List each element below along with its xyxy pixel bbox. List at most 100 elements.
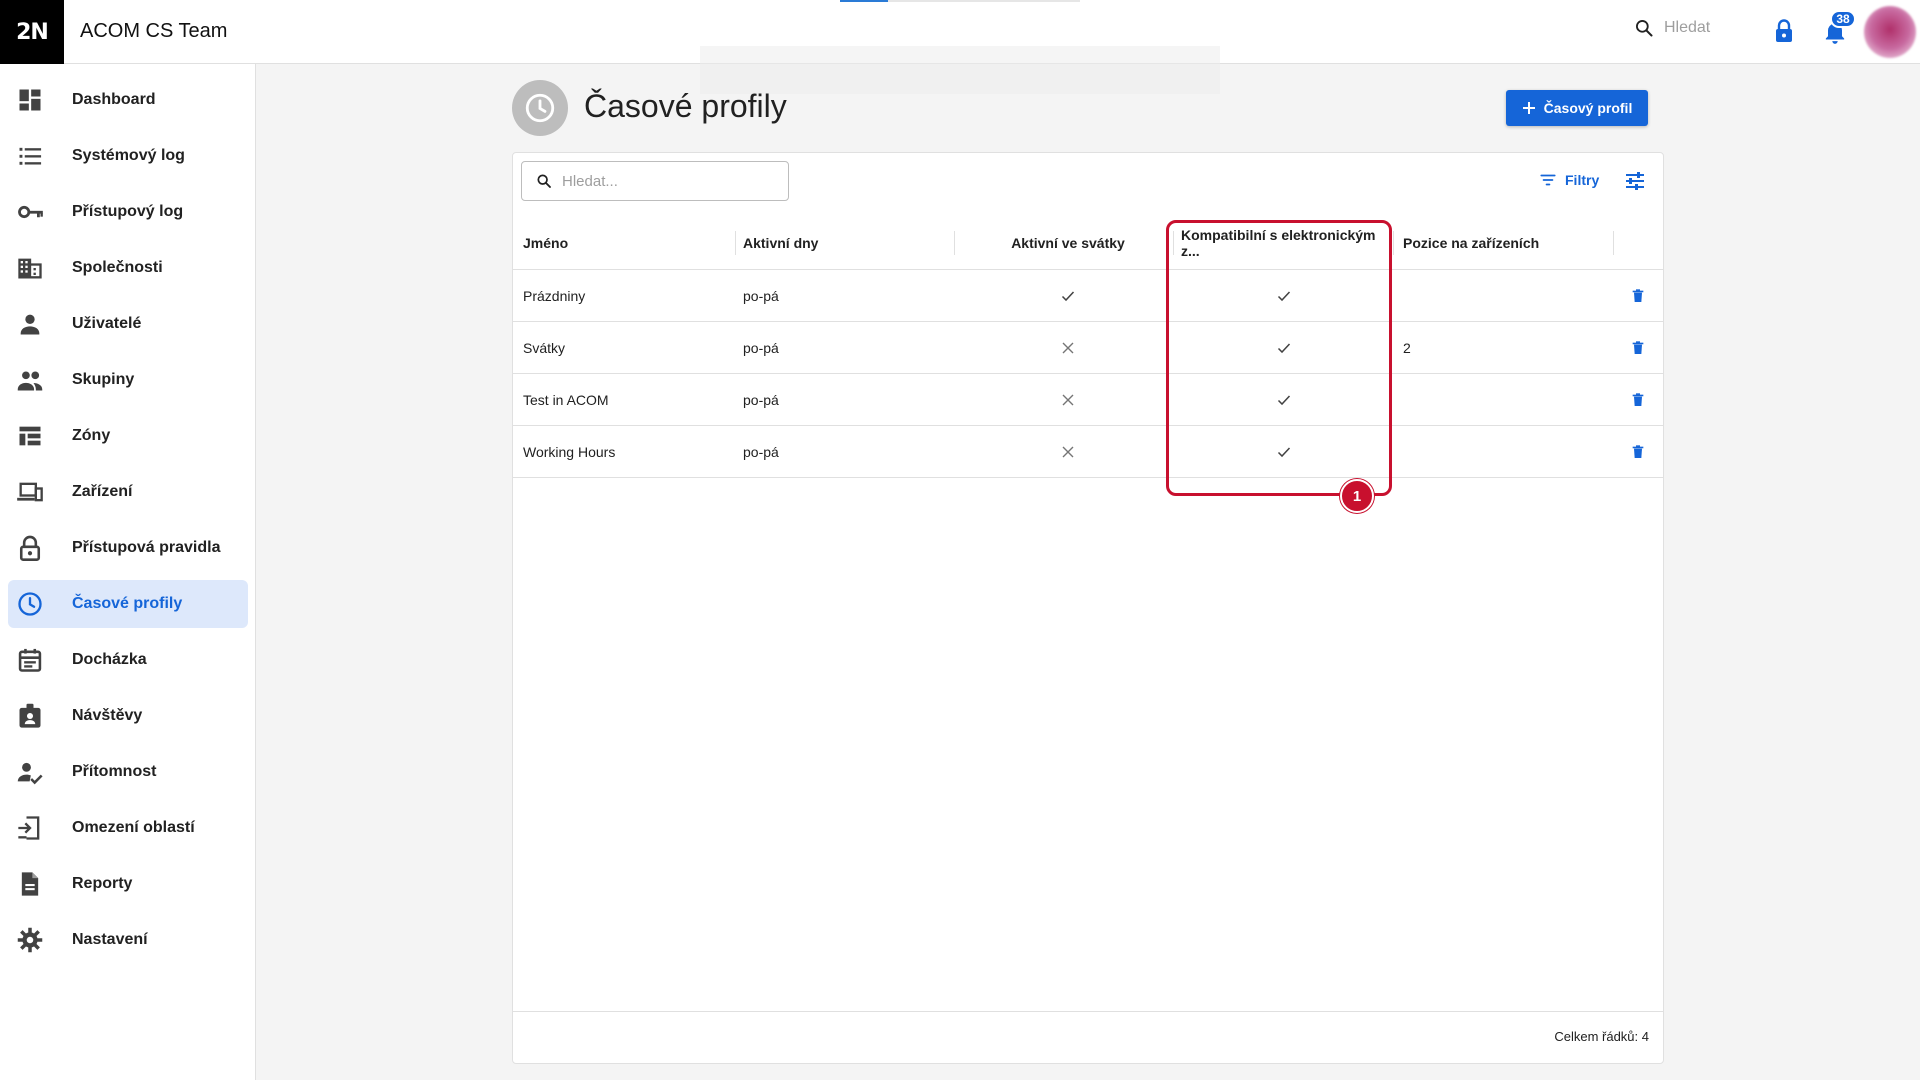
toast-backdrop	[700, 46, 1220, 94]
cell-device-position: 2	[1403, 340, 1411, 356]
trash-icon[interactable]	[1630, 288, 1646, 304]
list-icon	[19, 147, 42, 165]
delete-button[interactable]	[1613, 322, 1663, 374]
search-icon	[537, 174, 551, 188]
table-bottom-border	[513, 477, 1663, 478]
column-header-active-holidays[interactable]: Aktivní ve svátky	[962, 217, 1174, 269]
cell-name: Prázdniny	[523, 288, 586, 304]
sidebar-item-label: Časové profily	[72, 595, 183, 612]
trash-icon[interactable]	[1630, 444, 1646, 460]
sidebar-item-label: Docházka	[72, 651, 147, 668]
table-row[interactable]: Working Hours po-pá	[513, 425, 1663, 477]
key-icon	[18, 205, 43, 219]
column-header-device-position[interactable]: Pozice na zařízeních	[1403, 217, 1539, 269]
cell-active-holidays	[962, 322, 1174, 374]
badge-icon	[19, 703, 41, 728]
column-header-name[interactable]: Jméno	[523, 217, 568, 269]
sidebar-item-4[interactable]: Společnosti	[8, 244, 248, 292]
page-header-icon	[512, 80, 568, 136]
cell-active-holidays	[962, 374, 1174, 426]
filters-button[interactable]: Filtry	[1539, 171, 1599, 189]
sidebar-item-7[interactable]: Zóny	[8, 412, 248, 460]
gear-icon	[17, 927, 43, 953]
delete-button[interactable]	[1613, 426, 1663, 478]
sidebar-item-8[interactable]: Zařízení	[8, 468, 248, 516]
sidebar-item-9[interactable]: Přístupová pravidla	[8, 524, 248, 572]
footer-divider	[513, 1011, 1663, 1012]
table-row[interactable]: Test in ACOM po-pá	[513, 373, 1663, 425]
zones-icon	[19, 426, 41, 446]
sidebar-item-label: Přístupový log	[72, 203, 184, 220]
filters-label: Filtry	[1565, 172, 1600, 188]
cell-active-holidays	[962, 270, 1174, 322]
sidebar-item-10[interactable]: Časové profily	[8, 580, 248, 628]
cross-icon	[1062, 342, 1074, 354]
global-search-placeholder[interactable]: Hledat	[1664, 19, 1710, 37]
page-title: Časové profily	[584, 88, 787, 124]
devices-icon	[17, 482, 43, 502]
cross-icon	[1062, 394, 1074, 406]
plus-icon	[1522, 102, 1535, 114]
sidebar-item-16[interactable]: Nastavení	[8, 916, 248, 964]
column-separator[interactable]	[735, 231, 736, 255]
sidebar-item-13[interactable]: Přítomnost	[8, 748, 248, 796]
app-title: ACOM CS Team	[80, 20, 228, 42]
cell-active-days: po-pá	[743, 288, 779, 304]
cell-active-holidays	[962, 426, 1174, 478]
lock-icon[interactable]	[1772, 18, 1796, 44]
trash-icon[interactable]	[1630, 392, 1646, 408]
delete-button[interactable]	[1613, 374, 1663, 426]
person-check-icon	[17, 762, 43, 785]
add-time-profile-button[interactable]: Časový profil	[1506, 90, 1648, 126]
lock-icon	[19, 535, 41, 561]
column-settings-icon[interactable]	[1623, 169, 1647, 193]
sidebar-item-label: Dashboard	[72, 91, 156, 108]
sidebar-item-1[interactable]: Dashboard	[8, 76, 248, 124]
sidebar-item-15[interactable]: Reporty	[8, 860, 248, 908]
sidebar-item-label: Skupiny	[72, 371, 135, 388]
sidebar-item-label: Nastavení	[72, 931, 148, 948]
sidebar-item-3[interactable]: Přístupový log	[8, 188, 248, 236]
sidebar-item-14[interactable]: Omezení oblastí	[8, 804, 248, 852]
trash-icon[interactable]	[1630, 340, 1646, 356]
search-icon	[1636, 20, 1653, 37]
sidebar-item-label: Systémový log	[72, 147, 185, 164]
sidebar-item-5[interactable]: Uživatelé	[8, 300, 248, 348]
column-separator[interactable]	[1393, 231, 1394, 255]
filter-icon	[1540, 174, 1556, 186]
sidebar-item-label: Přístupová pravidla	[72, 539, 221, 556]
sidebar-item-11[interactable]: Docházka	[8, 636, 248, 684]
sidebar-item-6[interactable]: Skupiny	[8, 356, 248, 404]
person-icon	[20, 314, 40, 335]
table-row[interactable]: Svátky po-pá 2	[513, 321, 1663, 373]
global-search[interactable]: Hledat	[1634, 18, 1710, 38]
logo[interactable]: 2N	[0, 0, 64, 64]
document-icon	[21, 872, 39, 896]
sidebar-item-label: Uživatelé	[72, 315, 142, 332]
clock-icon	[525, 93, 555, 123]
cell-name: Svátky	[523, 340, 566, 356]
dashboard-icon	[19, 89, 41, 111]
group-icon	[17, 371, 43, 391]
column-separator[interactable]	[954, 231, 955, 255]
sidebar-item-label: Zóny	[72, 427, 111, 444]
delete-button[interactable]	[1613, 270, 1663, 322]
sidebar-item-label: Reporty	[72, 875, 133, 892]
sidebar-item-12[interactable]: Návštěvy	[8, 692, 248, 740]
avatar[interactable]	[1864, 6, 1916, 58]
sidebar-item-label: Přítomnost	[72, 763, 157, 780]
cross-icon	[1062, 446, 1074, 458]
table-search-input[interactable]	[562, 172, 762, 190]
sidebar-item-label: Zařízení	[72, 483, 133, 500]
table-search-field[interactable]	[521, 161, 789, 201]
cell-name: Working Hours	[523, 444, 616, 460]
table-row[interactable]: Prázdniny po-pá	[513, 269, 1663, 321]
column-separator[interactable]	[1613, 231, 1614, 255]
column-header-active-days[interactable]: Aktivní dny	[743, 217, 818, 269]
annotation-highlight-frame	[1166, 220, 1392, 496]
sidebar-item-2[interactable]: Systémový log	[8, 132, 248, 180]
add-time-profile-label: Časový profil	[1543, 100, 1633, 116]
row-count: Celkem řádků: 4	[1554, 1029, 1649, 1044]
sidebar-item-label: Omezení oblastí	[72, 819, 195, 836]
area-restriction-icon	[18, 816, 40, 840]
